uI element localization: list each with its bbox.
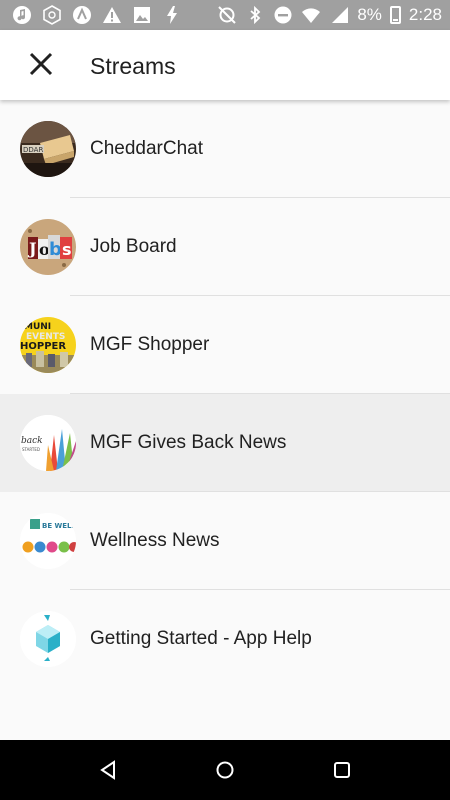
wifi-icon (301, 5, 321, 25)
status-time: 2:28 (408, 5, 442, 24)
dnd-icon (273, 5, 293, 25)
status-bar: 8% 2:28 (0, 0, 450, 30)
streams-list: DDAR CheddarChat J o b s Job Board MUNI … (0, 100, 450, 688)
home-icon (213, 761, 237, 786)
gives-back-avatar: back STARTED (20, 415, 76, 471)
tunes-icon (72, 5, 92, 25)
svg-text:MUNI: MUNI (24, 322, 51, 332)
stream-item-mgf-gives-back-news[interactable]: back STARTED MGF Gives Back News (0, 394, 450, 492)
stream-label: CheddarChat (90, 138, 204, 159)
job-board-avatar: J o b s (20, 219, 76, 275)
back-icon (97, 760, 121, 786)
sync-off-icon (217, 5, 237, 25)
signal-icon (329, 5, 349, 25)
stream-label: Getting Started - App Help (90, 628, 312, 649)
nav-home-button[interactable] (213, 758, 237, 782)
svg-text:s: s (62, 240, 72, 259)
image-icon (132, 5, 152, 25)
recents-icon (330, 762, 354, 786)
navigation-bar (0, 740, 450, 800)
music-icon (12, 5, 32, 25)
close-icon (28, 51, 54, 82)
svg-text:J: J (27, 239, 37, 258)
stream-item-mgf-shopper[interactable]: MUNI EVENTS HOPPER MGF Shopper (0, 296, 450, 394)
svg-text:back: back (21, 436, 43, 446)
nav-back-button[interactable] (97, 758, 121, 782)
stream-label: Wellness News (90, 530, 220, 551)
battery-icon (389, 6, 401, 24)
stream-item-getting-started[interactable]: Getting Started - App Help (0, 590, 450, 688)
stream-item-wellness-news[interactable]: BE WELL Wellness News (0, 492, 450, 590)
battery-percent: 8% (357, 5, 382, 24)
bluetooth-icon (245, 5, 265, 25)
wellness-avatar: BE WELL (20, 513, 76, 569)
app-help-avatar (20, 611, 76, 667)
warning-icon (102, 5, 122, 25)
status-right-icons: 8% 2:28 (217, 5, 442, 25)
svg-text:STARTED: STARTED (22, 447, 40, 452)
stream-item-cheddarchat[interactable]: DDAR CheddarChat (0, 100, 450, 198)
page-title: Streams (90, 53, 176, 79)
app-bar: Streams (0, 30, 450, 100)
svg-text:DDAR: DDAR (23, 146, 43, 154)
stream-label: Job Board (90, 236, 177, 257)
close-button[interactable] (22, 47, 60, 85)
hex-app-icon (42, 5, 62, 25)
stream-label: MGF Shopper (90, 334, 210, 355)
nav-recents-button[interactable] (330, 758, 354, 782)
flash-icon (162, 5, 182, 25)
svg-text:HOPPER: HOPPER (20, 341, 66, 352)
status-left-icons (12, 5, 182, 25)
svg-text:BE WELL: BE WELL (42, 522, 76, 530)
cheddarchat-avatar: DDAR (20, 121, 76, 177)
stream-label: MGF Gives Back News (90, 432, 287, 453)
mgf-shopper-avatar: MUNI EVENTS HOPPER (20, 317, 76, 373)
stream-item-job-board[interactable]: J o b s Job Board (0, 198, 450, 296)
